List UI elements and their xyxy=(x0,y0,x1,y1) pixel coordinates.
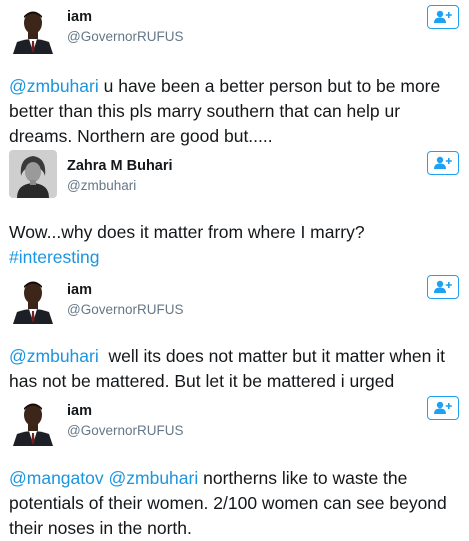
user-handle[interactable]: @zmbuhari xyxy=(67,178,136,193)
follow-button[interactable] xyxy=(427,151,459,175)
tweet-text: @mangatov @zmbuhari northerns like to wa… xyxy=(9,466,464,541)
tweet-body: Wow...why does it matter from where I ma… xyxy=(9,222,365,242)
user-handle[interactable]: @GovernorRUFUS xyxy=(67,302,183,317)
add-user-icon xyxy=(434,280,452,293)
follow-button[interactable] xyxy=(427,396,459,420)
avatar[interactable] xyxy=(9,150,57,198)
user-handle[interactable]: @GovernorRUFUS xyxy=(67,29,183,44)
user-handle[interactable]: @GovernorRUFUS xyxy=(67,423,183,438)
follow-button[interactable] xyxy=(427,5,459,29)
mention-link[interactable]: @zmbuhari xyxy=(9,346,99,366)
user-name[interactable]: iam xyxy=(67,403,92,419)
man-suit-avatar-icon xyxy=(9,276,57,324)
woman-avatar-icon xyxy=(9,150,57,198)
tweet-text: @zmbuhari well its does not matter but i… xyxy=(9,344,464,394)
mention-link[interactable]: @zmbuhari xyxy=(109,468,199,488)
man-suit-avatar-icon xyxy=(9,398,57,446)
user-name[interactable]: Zahra M Buhari xyxy=(67,158,173,174)
add-user-icon xyxy=(434,156,452,169)
man-suit-avatar-icon xyxy=(9,6,57,54)
avatar[interactable] xyxy=(9,398,57,446)
avatar[interactable] xyxy=(9,276,57,324)
mention-link[interactable]: @zmbuhari xyxy=(9,76,99,96)
user-name[interactable]: iam xyxy=(67,9,92,25)
add-user-icon xyxy=(434,401,452,414)
avatar[interactable] xyxy=(9,6,57,54)
user-name[interactable]: iam xyxy=(67,282,92,298)
follow-button[interactable] xyxy=(427,275,459,299)
add-user-icon xyxy=(434,10,452,23)
mention-link[interactable]: @mangatov xyxy=(9,468,104,488)
hashtag-link[interactable]: #interesting xyxy=(9,247,99,267)
tweet-text: @zmbuhari u have been a better person bu… xyxy=(9,74,464,149)
tweet-text: Wow...why does it matter from where I ma… xyxy=(9,220,464,270)
